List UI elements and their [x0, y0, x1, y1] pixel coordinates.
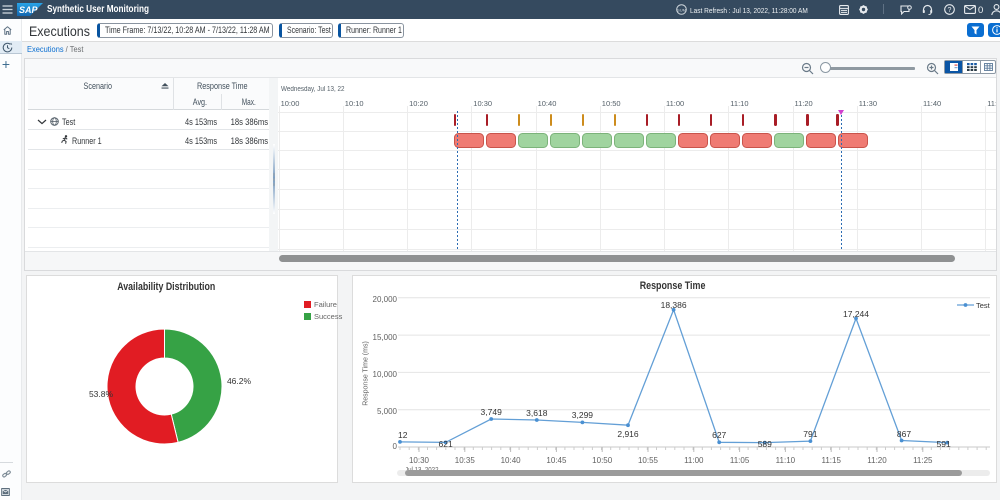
svg-text:SUM: SUM: [677, 7, 686, 12]
svg-text:?: ?: [948, 7, 952, 14]
svg-text:SAP: SAP: [19, 5, 39, 15]
